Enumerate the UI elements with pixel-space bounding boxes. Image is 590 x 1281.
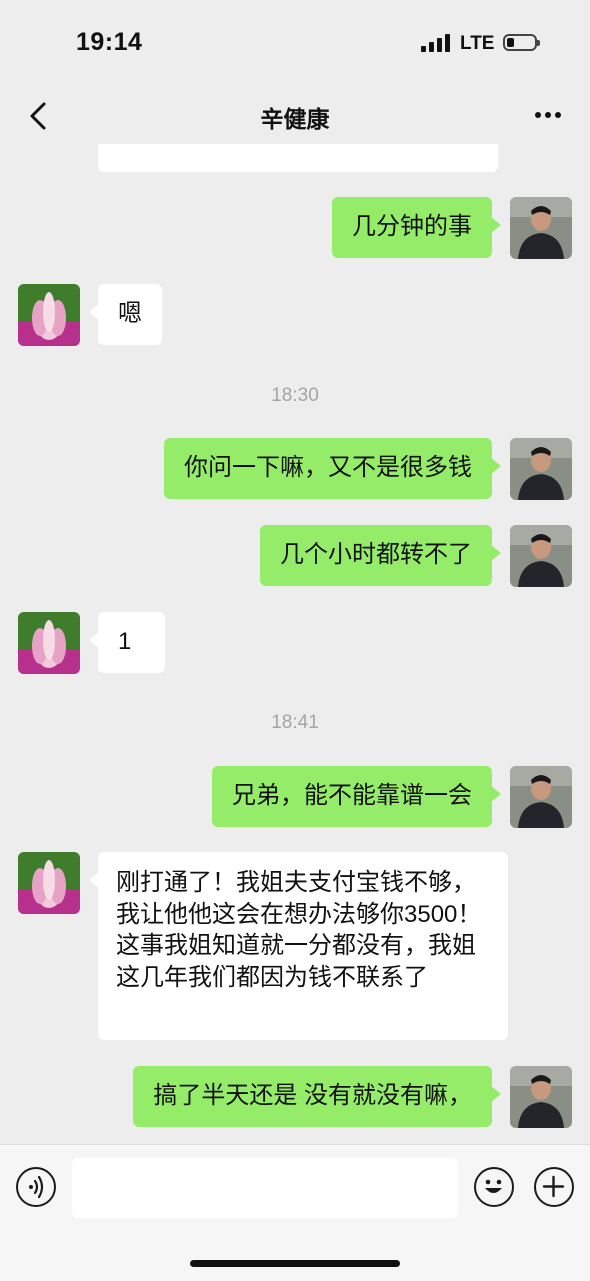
message-text: 刚打通了！我姐夫支付宝钱不够，我让他他这会在想办法够你3500！这事我姐知道就一…: [116, 869, 482, 991]
message-input[interactable]: [72, 1158, 458, 1218]
contact-avatar[interactable]: [18, 284, 80, 346]
chat-header: 辛健康: [0, 88, 590, 144]
message-bubble-outgoing[interactable]: 搞了半天还是 没有就没有嘛，: [133, 1066, 501, 1127]
message-text: 几个小时都转不了: [280, 541, 472, 568]
chat-title: 辛健康: [260, 106, 330, 132]
message-bubble-outgoing[interactable]: 兄弟，能不能靠谱一会: [212, 766, 501, 827]
network-label: LTE: [460, 33, 495, 54]
message-list[interactable]: 几分钟的事 嗯 18:30 你问一下嘛，又不是很多钱 几个小时都转不了 1 18…: [0, 144, 590, 1144]
emoji-icon[interactable]: [474, 1167, 514, 1207]
message-text: 兄弟，能不能靠谱一会: [232, 782, 472, 809]
message-text: 搞了半天还是 没有就没有嘛，: [153, 1082, 472, 1109]
my-avatar[interactable]: [510, 525, 572, 587]
status-bar: 19:14 LTE: [0, 0, 590, 88]
message-bubble-incoming[interactable]: 嗯: [89, 284, 162, 345]
message-bubble-incoming[interactable]: 刚打通了！我姐夫支付宝钱不够，我让他他这会在想办法够你3500！这事我姐知道就一…: [89, 852, 508, 1040]
signal-icon: [421, 34, 451, 52]
message-text: 嗯: [118, 300, 142, 327]
message-bubble-outgoing[interactable]: 几分钟的事: [332, 197, 501, 258]
more-dots-icon[interactable]: [528, 100, 568, 130]
contact-avatar[interactable]: [18, 852, 80, 914]
contact-avatar[interactable]: [18, 612, 80, 674]
message-text: 1: [118, 628, 132, 655]
message-bubble-incoming[interactable]: 1: [89, 612, 165, 673]
message-bubble-incoming[interactable]: [98, 144, 498, 172]
voice-icon[interactable]: [16, 1167, 56, 1207]
my-avatar[interactable]: [510, 1066, 572, 1128]
message-text: 几分钟的事: [352, 213, 472, 240]
message-text: 你问一下嘛，又不是很多钱: [184, 454, 472, 481]
plus-icon[interactable]: [534, 1167, 574, 1207]
timestamp: 18:41: [271, 712, 319, 733]
status-time: 19:14: [76, 28, 143, 56]
timestamp: 18:30: [271, 385, 319, 406]
home-indicator[interactable]: [190, 1260, 400, 1267]
battery-icon: [503, 34, 540, 51]
my-avatar[interactable]: [510, 197, 572, 259]
message-bubble-outgoing[interactable]: 几个小时都转不了: [260, 525, 501, 586]
message-bubble-outgoing[interactable]: 你问一下嘛，又不是很多钱: [164, 438, 501, 499]
my-avatar[interactable]: [510, 766, 572, 828]
my-avatar[interactable]: [510, 438, 572, 500]
